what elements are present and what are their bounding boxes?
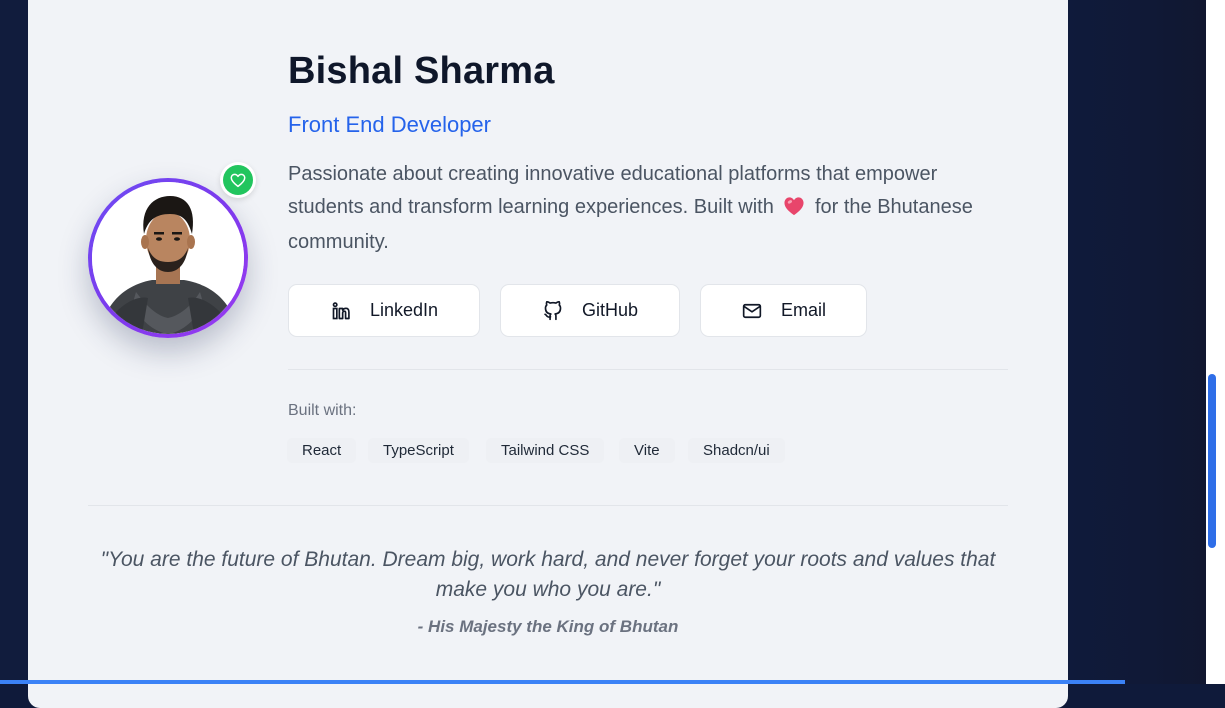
tech-tag-typescript: TypeScript <box>368 438 469 463</box>
github-button[interactable]: GitHub <box>500 284 680 337</box>
scrollbar-track[interactable] <box>1206 0 1225 684</box>
tech-tag-vite: Vite <box>619 438 675 463</box>
person-portrait <box>92 182 244 334</box>
profile-role: Front End Developer <box>288 112 491 137</box>
built-with-label: Built with: <box>288 402 357 419</box>
profile-bio: Passionate about creating innovative edu… <box>288 158 1008 259</box>
quote-divider <box>88 505 1008 506</box>
github-icon <box>542 300 564 322</box>
email-label: Email <box>780 300 826 320</box>
divider <box>288 369 1008 370</box>
github-label: GitHub <box>581 300 639 320</box>
page-background-left <box>0 0 28 684</box>
linkedin-button[interactable]: LinkedIn <box>288 284 480 337</box>
avatar <box>88 178 248 338</box>
profile-name: Bishal Sharma <box>288 50 555 92</box>
avatar-photo <box>92 182 244 334</box>
tech-tag-react: React <box>287 438 357 463</box>
heart-badge-inner <box>223 165 253 195</box>
tech-tag-tailwind: Tailwind CSS <box>486 438 605 463</box>
linkedin-label: LinkedIn <box>369 300 439 320</box>
email-button[interactable]: Email <box>700 284 867 337</box>
quote-text: "You are the future of Bhutan. Dream big… <box>100 548 996 601</box>
quote-author: - His Majesty the King of Bhutan <box>417 617 679 636</box>
scrollbar-thumb[interactable] <box>1208 374 1216 548</box>
tech-tag-shadcn: Shadcn/ui <box>688 438 785 463</box>
heart-icon <box>230 173 246 188</box>
heart-emoji-icon <box>783 194 805 227</box>
status-badge <box>220 162 256 198</box>
mail-icon <box>741 300 763 322</box>
profile-card: Bishal Sharma Front End Developer Passio… <box>28 0 1068 708</box>
linkedin-icon <box>330 300 352 322</box>
page-background-right <box>1068 0 1206 684</box>
bottom-progress-bar <box>0 680 1125 684</box>
